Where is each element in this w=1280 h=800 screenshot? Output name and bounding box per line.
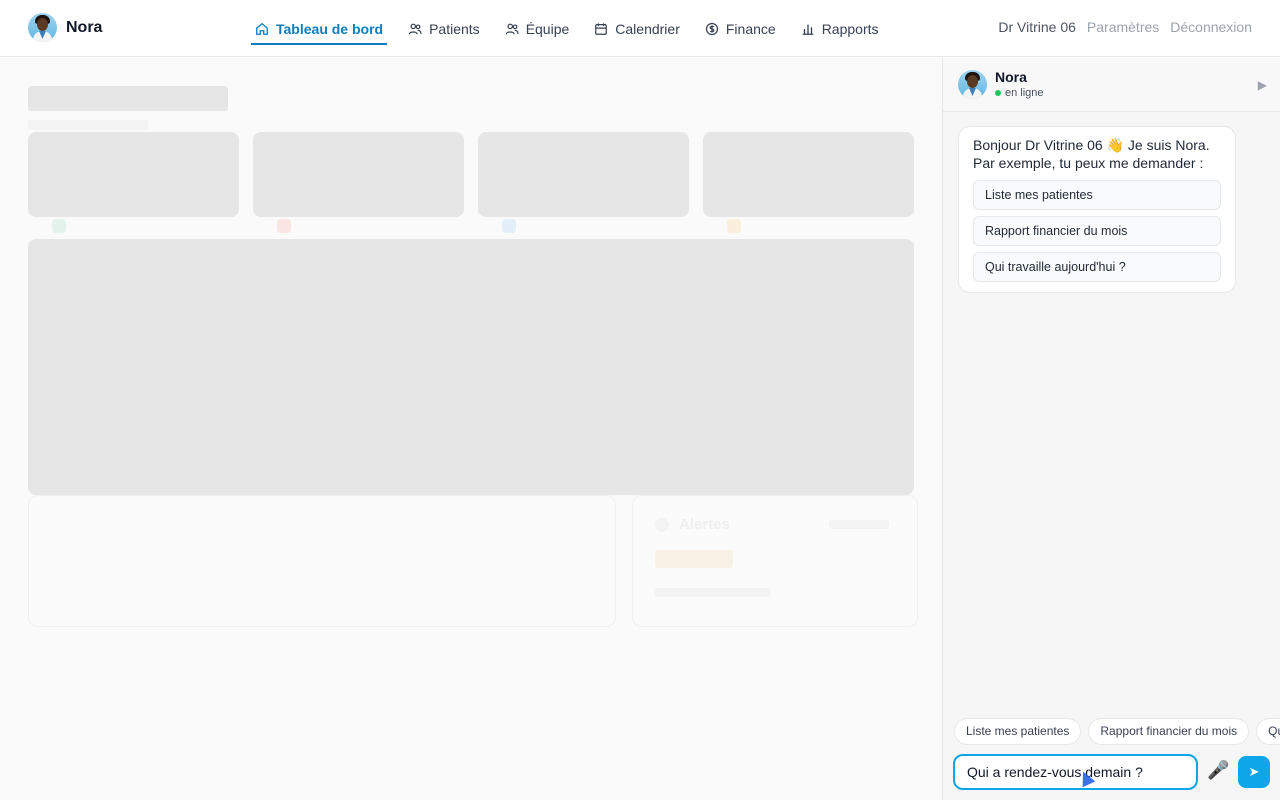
- assistant-message: Bonjour Dr Vitrine 06 👋 Je suis Nora. Pa…: [958, 126, 1236, 293]
- nav-item-team[interactable]: Équipe: [501, 0, 574, 57]
- chat-message-input[interactable]: [953, 754, 1198, 790]
- background-card: [28, 495, 616, 627]
- suggestion-button[interactable]: Qui travaille aujourd'hui ?: [973, 252, 1221, 282]
- current-user[interactable]: Dr Vitrine 06: [998, 19, 1076, 35]
- home-icon: [255, 22, 269, 36]
- title-skeleton: [28, 86, 228, 111]
- brand-name: Nora: [66, 18, 103, 36]
- top-right-menu: Dr Vitrine 06 Paramètres Déconnexion: [998, 19, 1252, 35]
- alert-value-ghost: [655, 550, 733, 568]
- settings-link[interactable]: Paramètres: [1087, 19, 1159, 35]
- nav-item-reports[interactable]: Rapports: [797, 0, 883, 57]
- chat-assistant-name: Nora: [995, 69, 1027, 85]
- nora-avatar: [28, 13, 57, 42]
- dollar-icon: [705, 22, 719, 36]
- chat-status: en ligne: [995, 87, 1044, 99]
- chat-status-text: en ligne: [1005, 87, 1044, 99]
- chat-panel: Nora en ligne ▶ Bonjour Dr Vitrine 06 👋 …: [942, 58, 1280, 800]
- stat-card-skeleton: [703, 132, 914, 217]
- nora-avatar: [958, 70, 987, 99]
- stat-card-skeleton: [28, 132, 239, 217]
- chart-skeleton: [28, 239, 914, 495]
- subtitle-ghost: [28, 120, 148, 130]
- suggestion-button[interactable]: Rapport financier du mois: [973, 216, 1221, 246]
- collapse-panel-icon[interactable]: ▶: [1258, 78, 1267, 92]
- brand[interactable]: Nora: [28, 13, 102, 42]
- nav-label: Rapports: [821, 20, 879, 37]
- nav-item-finance[interactable]: Finance: [701, 0, 780, 57]
- stat-dot: [277, 219, 291, 233]
- alerts-card: Alertes: [632, 495, 918, 627]
- top-bar: Nora Tableau de bord Patients Équipe Cal…: [0, 0, 1280, 57]
- main-nav: Tableau de bord Patients Équipe Calendri…: [251, 0, 900, 57]
- suggestion-button[interactable]: Liste mes patientes: [973, 180, 1221, 210]
- stat-dot: [727, 219, 741, 233]
- quick-chip[interactable]: Rapport financier du mois: [1088, 718, 1250, 745]
- nav-label: Calendrier: [615, 20, 680, 37]
- stat-dot: [502, 219, 516, 233]
- nav-item-calendar[interactable]: Calendrier: [590, 0, 684, 57]
- stat-dot: [52, 219, 66, 233]
- stat-card-skeleton: [478, 132, 689, 217]
- alerts-link-ghost: [829, 520, 889, 529]
- quick-chip[interactable]: Qui travaille aujourd'hui ?: [1256, 718, 1280, 745]
- nav-item-dashboard[interactable]: Tableau de bord: [251, 0, 388, 57]
- bar-chart-icon: [801, 22, 815, 36]
- team-icon: [505, 22, 519, 36]
- alert-icon: [655, 518, 669, 532]
- online-indicator: [995, 90, 1001, 96]
- greeting-text: Bonjour Dr Vitrine 06 👋 Je suis Nora. Pa…: [973, 137, 1210, 171]
- chat-header: Nora en ligne ▶: [943, 58, 1280, 112]
- nav-label: Équipe: [525, 20, 570, 37]
- quick-chips: Liste mes patientes Rapport financier du…: [954, 718, 1280, 745]
- logout-link[interactable]: Déconnexion: [1170, 19, 1252, 35]
- nav-label: Tableau de bord: [276, 20, 384, 37]
- microphone-icon[interactable]: 🎤: [1207, 760, 1229, 781]
- nav-label: Patients: [429, 20, 480, 37]
- alert-text-ghost: [655, 588, 771, 597]
- nav-item-patients[interactable]: Patients: [404, 0, 484, 57]
- quick-chip[interactable]: Liste mes patientes: [954, 718, 1082, 745]
- dashboard-main: Alertes: [0, 58, 942, 800]
- alerts-title: Alertes: [679, 516, 730, 533]
- send-button[interactable]: ➤: [1238, 756, 1270, 788]
- calendar-icon: [594, 22, 608, 36]
- stat-card-skeleton: [253, 132, 464, 217]
- chat-input-row: 🎤 ➤: [953, 754, 1271, 790]
- nav-label: Finance: [725, 20, 776, 37]
- users-icon: [408, 22, 422, 36]
